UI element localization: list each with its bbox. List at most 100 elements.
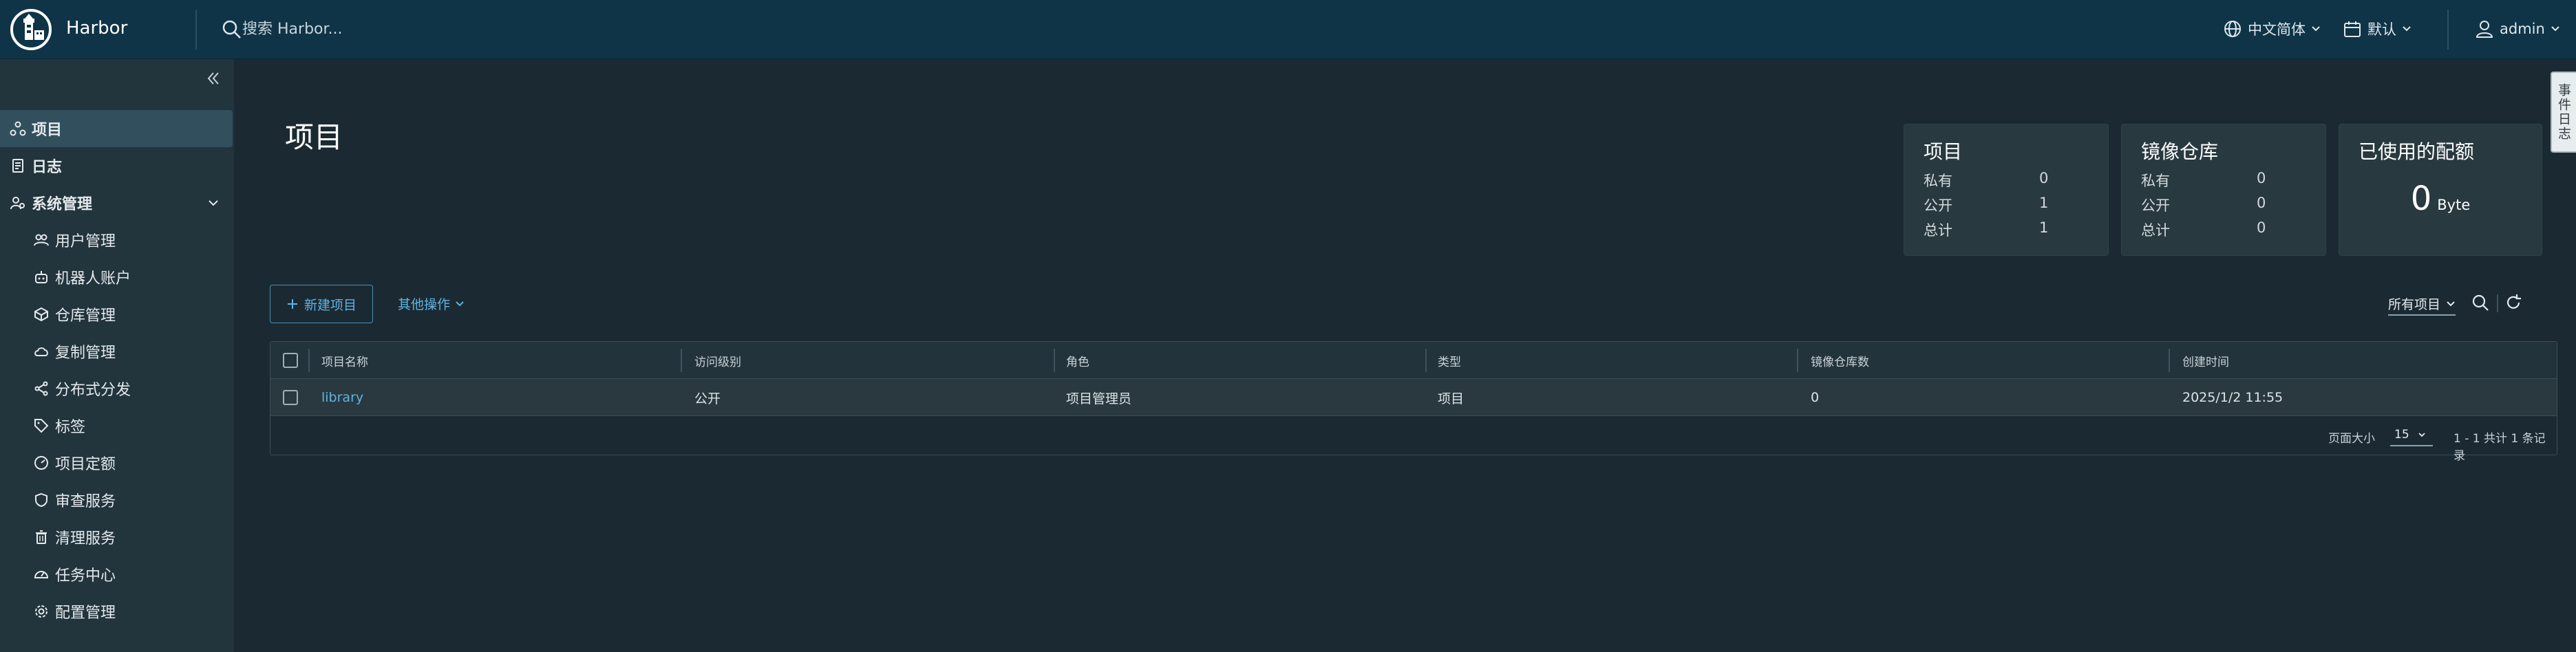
- sidebar-item-registries[interactable]: 仓库管理: [0, 296, 233, 333]
- card-row-value: 1: [2039, 195, 2049, 211]
- chevron-down-icon: [209, 200, 218, 206]
- sidebar: 项目 日志 系统管理 用户管理 机器人账户 仓库管理 复制管理 分布式分发 标签…: [0, 59, 234, 652]
- sidebar-item-admin[interactable]: 系统管理: [0, 184, 233, 221]
- distribution-icon: [33, 380, 50, 397]
- sidebar-item-configuration[interactable]: 配置管理: [0, 593, 233, 630]
- sidebar-item-users[interactable]: 用户管理: [0, 221, 233, 259]
- language-label: 中文简体: [2248, 21, 2306, 38]
- sidebar-item-label: 系统管理: [32, 196, 93, 213]
- row-checkbox[interactable]: [283, 390, 298, 405]
- page-size-value: 15: [2394, 428, 2409, 442]
- sidebar-item-label: 标签: [55, 419, 86, 436]
- table-row[interactable]: library 公开 项目管理员 项目 0 2025/1/2 11:55: [270, 379, 2557, 416]
- more-actions-button[interactable]: 其他操作: [398, 294, 465, 313]
- sidebar-item-labels[interactable]: 标签: [0, 407, 233, 444]
- collapse-sidebar-icon[interactable]: [204, 69, 223, 88]
- chevron-down-icon: [2551, 26, 2559, 32]
- card-row-value: 1: [2039, 219, 2049, 236]
- theme-label: 默认: [2367, 21, 2396, 38]
- sidebar-item-logs[interactable]: 日志: [0, 147, 233, 184]
- page-size-select[interactable]: 15: [2390, 424, 2433, 446]
- dashboard-icon: [33, 566, 50, 583]
- column-header-created[interactable]: 创建时间: [2182, 342, 2229, 379]
- card-row-label: 总计: [1924, 222, 1952, 239]
- card-row: 公开 1: [1924, 195, 2061, 215]
- event-log-tab[interactable]: 事件日志: [2551, 72, 2576, 153]
- search-icon[interactable]: [2471, 293, 2490, 312]
- sidebar-item-label: 日志: [32, 159, 63, 176]
- sidebar-item-projects[interactable]: 项目: [0, 110, 233, 147]
- sidebar-item-distributions[interactable]: 分布式分发: [0, 370, 233, 407]
- quota-icon: [33, 455, 50, 471]
- card-title: 镜像仓库: [2141, 140, 2219, 163]
- user-menu[interactable]: admin: [2475, 15, 2560, 43]
- replication-icon: [33, 343, 50, 360]
- card-row-label: 总计: [2141, 222, 2170, 239]
- quota-summary-card: 已使用的配额 0 Byte: [2339, 124, 2542, 256]
- column-separator: [1797, 349, 1798, 372]
- sidebar-item-quotas[interactable]: 项目定额: [0, 444, 233, 481]
- sidebar-item-label: 配置管理: [55, 605, 116, 622]
- refresh-icon[interactable]: [2504, 293, 2523, 312]
- card-row: 总计 1: [1924, 219, 2061, 240]
- column-header-repo-count[interactable]: 镜像仓库数: [1811, 342, 1869, 379]
- column-header-name[interactable]: 项目名称: [321, 342, 368, 379]
- brand-name[interactable]: Harbor: [66, 18, 127, 39]
- sidebar-item-job-service[interactable]: 任务中心: [0, 556, 233, 593]
- column-header-type[interactable]: 类型: [1438, 342, 1461, 379]
- sidebar-item-label: 复制管理: [55, 345, 116, 362]
- sidebar-item-robots[interactable]: 机器人账户: [0, 259, 233, 296]
- table-footer: 页面大小 15 1 - 1 共计 1 条记录: [270, 416, 2557, 463]
- robot-icon: [33, 269, 50, 285]
- card-row: 私有 0: [2141, 170, 2279, 191]
- role-cell: 项目管理员: [1066, 391, 1132, 406]
- card-row-label: 私有: [1924, 173, 1952, 189]
- new-project-button[interactable]: 新建项目: [270, 285, 373, 323]
- sidebar-item-label: 仓库管理: [55, 307, 116, 325]
- sidebar-item-label: 审查服务: [55, 493, 116, 510]
- repo-count-cell: 0: [1811, 390, 1820, 405]
- quota-unit: Byte: [2437, 197, 2471, 213]
- card-row-label: 私有: [2141, 173, 2170, 189]
- sidebar-item-clean-up[interactable]: 清理服务: [0, 519, 233, 556]
- select-all-checkbox[interactable]: [283, 353, 298, 368]
- sidebar-item-replications[interactable]: 复制管理: [0, 333, 233, 370]
- sidebar-item-label: 分布式分发: [55, 382, 131, 399]
- column-separator: [2169, 349, 2170, 372]
- chevron-down-icon: [2418, 433, 2425, 437]
- project-filter-label: 所有项目: [2388, 297, 2441, 312]
- globe-icon: [2224, 21, 2241, 37]
- created-time-cell: 2025/1/2 11:55: [2182, 390, 2284, 405]
- repositories-summary-card: 镜像仓库 私有 0 公开 0 总计 0: [2121, 124, 2326, 256]
- project-name-link[interactable]: library: [321, 379, 363, 416]
- sidebar-item-label: 清理服务: [55, 530, 116, 547]
- plus-icon: [287, 299, 297, 309]
- sidebar-item-label: 用户管理: [55, 233, 116, 250]
- top-header: Harbor 中文简体 默认 a: [0, 0, 2576, 59]
- column-header-access[interactable]: 访问级别: [694, 342, 741, 379]
- user-icon: [2476, 21, 2493, 38]
- chevron-down-icon: [2403, 26, 2411, 32]
- sidebar-item-label: 机器人账户: [55, 270, 131, 287]
- chevron-down-icon: [2312, 26, 2320, 32]
- card-row-label: 公开: [1924, 197, 1952, 214]
- chevron-down-icon: [2447, 301, 2455, 306]
- registry-icon: [33, 306, 50, 323]
- search-input[interactable]: [241, 15, 599, 43]
- quota-number: 0: [2410, 180, 2432, 218]
- page-title: 项目: [285, 120, 343, 154]
- type-cell: 项目: [1438, 391, 1465, 406]
- sidebar-item-interrogation[interactable]: 审查服务: [0, 481, 233, 519]
- column-header-role[interactable]: 角色: [1066, 342, 1089, 379]
- sidebar-item-label: 任务中心: [55, 567, 116, 585]
- theme-selector[interactable]: 默认: [2343, 15, 2412, 43]
- calendar-icon: [2344, 21, 2361, 37]
- column-separator: [1425, 349, 1427, 372]
- more-actions-label: 其他操作: [398, 297, 451, 312]
- harbor-logo-icon[interactable]: [10, 8, 52, 51]
- project-filter-select[interactable]: 所有项目: [2388, 294, 2456, 316]
- header-divider: [195, 10, 197, 50]
- language-selector[interactable]: 中文简体: [2223, 15, 2321, 43]
- card-row-value: 0: [2257, 195, 2266, 211]
- projects-icon: [10, 120, 26, 137]
